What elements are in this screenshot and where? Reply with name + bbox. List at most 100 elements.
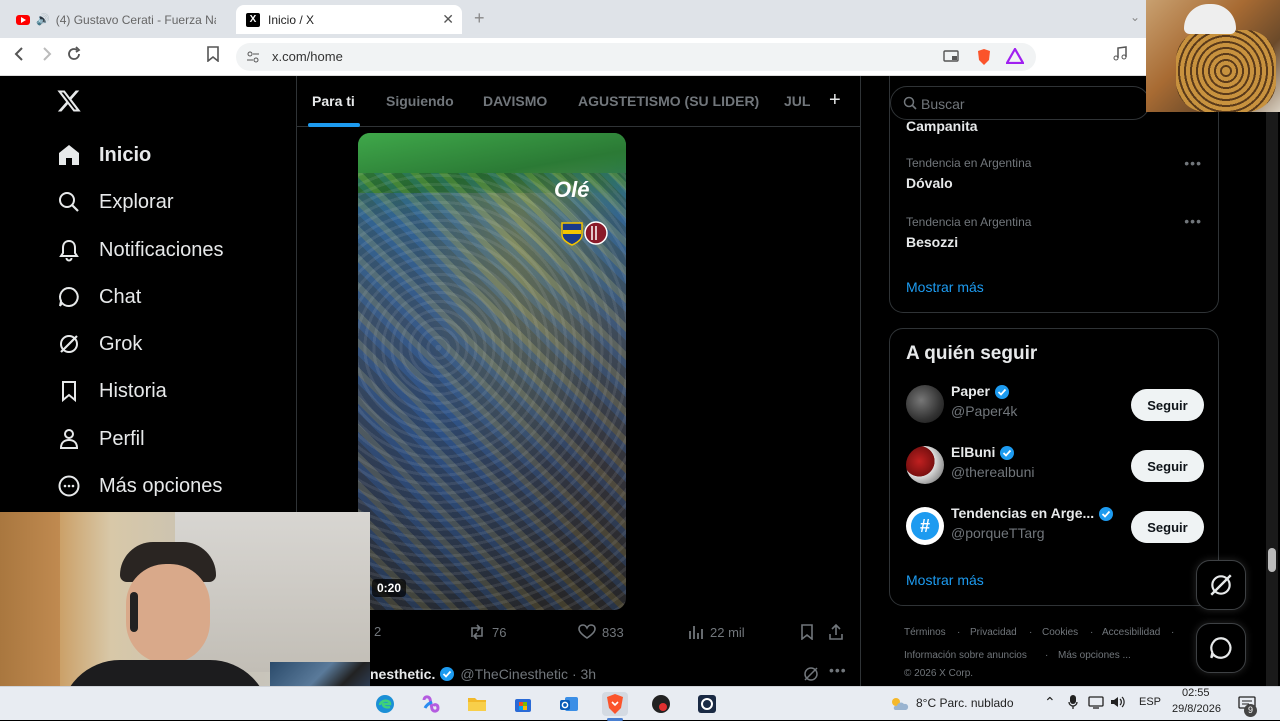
tab-davismo[interactable]: DAVISMO	[483, 93, 547, 109]
next-post-header[interactable]: nesthetic. @TheCinesthetic · 3h	[370, 666, 596, 682]
like-count: 833	[602, 624, 624, 640]
follow-suggestion[interactable]: ElBuni @therealbuni Seguir	[906, 442, 1204, 490]
add-tab-icon[interactable]: +	[829, 89, 841, 112]
nav-item-perfil[interactable]: Perfil	[56, 426, 145, 452]
grok-icon[interactable]	[803, 666, 819, 682]
home-icon	[56, 142, 82, 168]
nav-item-explorar[interactable]: Explorar	[56, 189, 173, 215]
edge-icon[interactable]	[372, 692, 398, 716]
brave-shield-icon[interactable]	[976, 48, 992, 71]
verified-badge-icon	[440, 667, 455, 681]
video-duration: 0:20	[372, 579, 407, 597]
grok-floating-button[interactable]	[1196, 560, 1246, 610]
views-button[interactable]: 22 mil	[688, 624, 745, 640]
browser-tab-x[interactable]: X Inicio / X ✕	[236, 5, 462, 34]
nav-item-inicio[interactable]: Inicio	[56, 142, 151, 168]
volume-icon[interactable]	[1110, 695, 1126, 712]
scrollbar-track[interactable]	[1266, 76, 1278, 686]
obs-icon[interactable]	[648, 692, 674, 716]
nav-label: Inicio	[99, 143, 152, 166]
media-icon[interactable]	[1112, 46, 1128, 67]
file-explorer-icon[interactable]	[464, 692, 490, 716]
nav-item-chat[interactable]: Chat	[56, 284, 141, 310]
footer-link-cookies[interactable]: Cookies	[1042, 627, 1078, 638]
notification-count: 9	[1244, 704, 1257, 717]
store-icon[interactable]	[510, 692, 536, 716]
browser-tab-youtube[interactable]: 🔊 (4) Gustavo Cerati - Fuerza Natur	[6, 5, 232, 34]
footer-link-accesibilidad[interactable]: Accesibilidad	[1102, 627, 1160, 638]
reload-button[interactable]	[66, 46, 82, 67]
trend-name[interactable]: Dóvalo	[906, 175, 953, 191]
follow-button[interactable]: Seguir	[1131, 511, 1204, 543]
brave-browser-icon[interactable]	[602, 692, 628, 716]
like-button[interactable]: 833	[578, 624, 624, 640]
footer-link-mas-opciones[interactable]: Más opciones ...	[1058, 650, 1131, 661]
outlook-icon[interactable]	[556, 692, 582, 716]
forward-button[interactable]	[40, 46, 54, 67]
account-handle: @porqueTTarg	[951, 525, 1045, 541]
x-logo[interactable]	[56, 88, 82, 119]
language-indicator[interactable]: ESP	[1139, 696, 1161, 708]
follow-suggestion[interactable]: Paper @Paper4k Seguir	[906, 381, 1204, 429]
bookmark-post-button[interactable]	[800, 624, 820, 640]
footer-link-privacidad[interactable]: Privacidad	[970, 627, 1017, 638]
tab-para-ti[interactable]: Para ti	[312, 93, 355, 109]
speaker-icon[interactable]: 🔊	[36, 13, 50, 26]
weather-icon[interactable]	[886, 692, 912, 716]
browser-toolbar: x.com/home	[0, 38, 1280, 76]
bookmark-page-icon[interactable]	[206, 46, 220, 67]
brave-rewards-icon[interactable]	[1005, 46, 1025, 69]
youtube-icon	[16, 14, 30, 25]
network-icon[interactable]	[1088, 695, 1104, 712]
weather-text[interactable]: 8°C Parc. nublado	[916, 696, 1014, 710]
messages-floating-button[interactable]	[1196, 623, 1246, 673]
copilot-icon[interactable]	[418, 692, 444, 716]
address-bar[interactable]: x.com/home	[236, 43, 1036, 71]
clock-time[interactable]: 02:55	[1182, 687, 1210, 699]
follow-button[interactable]: Seguir	[1131, 450, 1204, 482]
grok-icon	[1210, 574, 1232, 596]
post-video[interactable]: Olé 0:20	[358, 133, 626, 610]
more-options-icon[interactable]: •••	[1184, 213, 1202, 229]
chevron-down-icon[interactable]: ⌄	[1130, 10, 1140, 24]
verified-badge-icon	[994, 385, 1009, 400]
new-tab-button[interactable]: +	[474, 8, 485, 29]
nav-label: Perfil	[99, 427, 145, 450]
follow-suggestion[interactable]: # Tendencias en Arge... @porqueTTarg Seg…	[906, 503, 1204, 551]
scrollbar-thumb[interactable]	[1268, 548, 1276, 572]
bell-icon	[56, 237, 82, 263]
nav-item-mas-opciones[interactable]: Más opciones	[56, 473, 222, 499]
tab-siguiendo[interactable]: Siguiendo	[386, 93, 454, 109]
cast-icon[interactable]	[943, 49, 959, 68]
footer-link-anuncios[interactable]: Información sobre anuncios	[904, 650, 1027, 661]
chevron-up-icon[interactable]: ⌃	[1044, 694, 1056, 711]
clock-date[interactable]: 29/8/2026	[1172, 703, 1221, 715]
more-options-icon[interactable]: •••	[829, 662, 847, 678]
close-tab-icon[interactable]: ✕	[442, 11, 454, 28]
trend-name[interactable]: Besozzi	[906, 234, 958, 250]
app-window-icon[interactable]	[694, 692, 720, 716]
trend-name[interactable]: Campanita	[906, 118, 978, 134]
follow-button[interactable]: Seguir	[1131, 389, 1204, 421]
microphone-icon[interactable]	[1068, 694, 1078, 713]
views-chart-icon	[689, 626, 703, 639]
account-handle: @Paper4k	[951, 403, 1018, 419]
share-button[interactable]	[828, 624, 850, 640]
nav-item-historia[interactable]: Historia	[56, 378, 167, 404]
show-more-link[interactable]: Mostrar más	[906, 279, 984, 295]
site-settings-icon[interactable]	[246, 50, 260, 69]
tab-jul[interactable]: JUL	[784, 93, 810, 109]
nav-item-notificaciones[interactable]: Notificaciones	[56, 237, 224, 263]
chat-icon	[1210, 637, 1232, 659]
more-options-icon[interactable]: •••	[1184, 155, 1202, 171]
author-name: nesthetic.	[370, 666, 436, 682]
webcam-animal	[1176, 30, 1276, 112]
tab-agustetismo[interactable]: AGUSTETISMO (SU LIDER)	[578, 93, 759, 109]
back-button[interactable]	[12, 46, 26, 67]
nav-item-grok[interactable]: Grok	[56, 331, 142, 357]
footer-link-terminos[interactable]: Términos	[904, 627, 946, 638]
nav-label: Historia	[99, 379, 167, 402]
show-more-link[interactable]: Mostrar más	[906, 572, 984, 588]
repost-button[interactable]: 76	[468, 624, 506, 640]
tab-title: Inicio / X	[268, 12, 315, 27]
